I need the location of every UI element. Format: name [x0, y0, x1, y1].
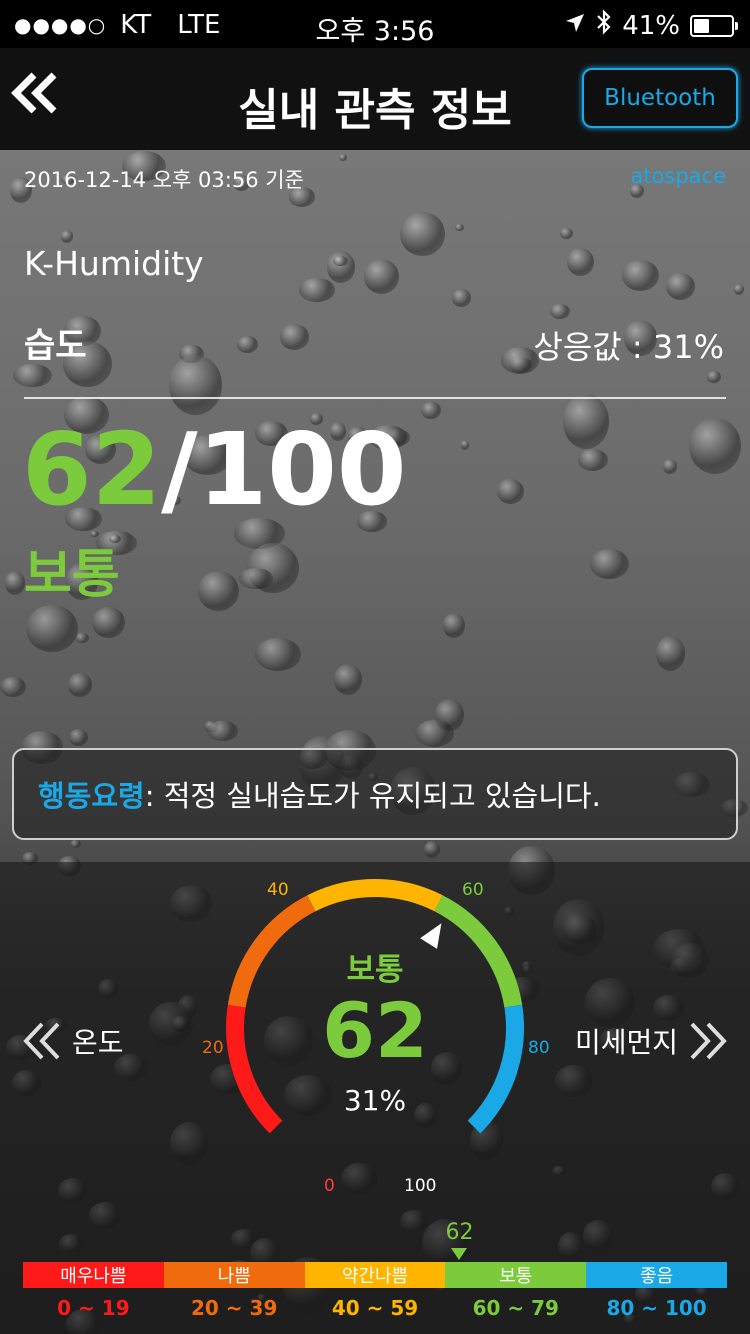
advice-label: 행동요령 — [38, 779, 145, 813]
raindrop — [333, 255, 348, 266]
raindrop — [414, 720, 454, 748]
raindrop — [279, 323, 310, 350]
advice-box: 행동요령 : 적정 실내습도가 유지되고 있습니다. — [12, 748, 738, 840]
score-value: 62 — [22, 411, 162, 528]
gauge-state: 보통 — [346, 952, 404, 988]
raindrop — [578, 448, 608, 471]
raindrop — [443, 612, 466, 638]
raindrop — [421, 402, 441, 420]
gauge-tick-100: 100 — [404, 1176, 437, 1196]
prev-label: 온도 — [72, 1026, 124, 1059]
legend-segment: 좋음 — [586, 1262, 727, 1288]
raindrop — [460, 440, 469, 450]
raindrop — [239, 568, 273, 589]
status-text: 보통 — [24, 545, 120, 605]
legend-marker-value: 62 — [445, 1220, 474, 1245]
raindrop — [423, 840, 440, 858]
raindrop — [560, 228, 573, 240]
raindrop — [26, 605, 79, 653]
gauge-value: 62 — [322, 986, 428, 1075]
raindrop — [399, 211, 446, 256]
legend-segment: 매우나쁨 — [23, 1262, 164, 1288]
gauge-segment — [467, 1004, 524, 1134]
divider — [24, 397, 726, 399]
brand-link[interactable]: atospace — [630, 164, 726, 188]
raindrop — [254, 638, 301, 671]
raindrop — [5, 570, 26, 595]
raindrop — [61, 230, 73, 244]
raindrop — [663, 459, 677, 475]
double-chevron-right-icon — [690, 1022, 727, 1060]
bluetooth-button[interactable]: Bluetooth — [582, 68, 738, 128]
legend-segment: 나쁨 — [163, 1262, 305, 1288]
raindrop — [733, 284, 744, 295]
legend-range: 60 ~ 79 — [472, 1296, 559, 1320]
gauge-tick-80: 80 — [528, 1038, 550, 1058]
raindrop — [339, 154, 348, 162]
gauge-segment — [307, 879, 443, 912]
gauge-percent: 31% — [343, 1084, 407, 1117]
raindrop — [363, 258, 399, 294]
gauge-segment — [226, 1004, 283, 1134]
legend-range: 0 ~ 19 — [57, 1296, 130, 1320]
gauge-tick-40: 40 — [267, 880, 289, 900]
raindrop — [169, 355, 222, 415]
legend-range: 40 ~ 59 — [331, 1296, 419, 1320]
raindrop — [13, 363, 52, 387]
raindrop — [455, 223, 465, 231]
location-arrow-icon — [564, 11, 586, 41]
raindrop — [666, 272, 696, 300]
raindrop — [566, 247, 595, 277]
raindrop — [622, 259, 660, 292]
raindrop — [655, 636, 685, 671]
gauge-tick-60: 60 — [462, 880, 484, 900]
raindrop — [198, 570, 240, 611]
raindrop — [91, 606, 126, 639]
corresponding-value: 상응값 : 31% — [533, 328, 724, 366]
double-chevron-left-icon — [23, 1022, 60, 1060]
raindrop — [333, 663, 362, 696]
raindrop — [589, 549, 629, 580]
raindrop — [549, 304, 570, 320]
raindrop — [298, 277, 336, 302]
raindrop — [688, 417, 742, 475]
raindrop — [497, 478, 525, 504]
raindrop — [67, 673, 92, 697]
legend-segment: 약간나쁨 — [304, 1262, 446, 1288]
bluetooth-icon — [596, 9, 612, 42]
battery-icon — [690, 14, 738, 37]
next-fine-dust-button[interactable]: 미세먼지 — [575, 1020, 728, 1062]
advice-text: : 적정 실내습도가 유지되고 있습니다. — [144, 779, 601, 813]
measure-label: 습도 — [24, 326, 87, 366]
legend-segment: 보통 — [445, 1262, 587, 1288]
humidity-gauge: 보통 62 31% 0 20 40 60 80 100 온도 미세먼지 — [0, 860, 750, 1200]
raindrop — [237, 336, 259, 354]
legend-bar: 매우나쁨 나쁨 약간나쁨 보통 좋음 — [23, 1262, 727, 1288]
status-bar: ●●●●○ KT LTE 오후 3:56 41% — [0, 0, 750, 48]
legend-range: 80 ~ 100 — [606, 1296, 707, 1320]
legend-ranges: 0 ~ 19 20 ~ 39 40 ~ 59 60 ~ 79 80 ~ 100 — [23, 1296, 727, 1320]
timestamp: 2016-12-14 오후 03:56 기준 — [24, 168, 304, 192]
raindrop — [562, 394, 609, 450]
prev-temperature-button[interactable]: 온도 — [22, 1020, 124, 1062]
gauge-tick-20: 20 — [202, 1038, 224, 1058]
raindrop — [0, 677, 27, 698]
score-max: /100 — [161, 411, 407, 528]
legend-marker-triangle-icon — [451, 1248, 468, 1260]
raindrop — [707, 371, 721, 384]
legend-range: 20 ~ 39 — [191, 1296, 278, 1320]
raindrop — [68, 728, 89, 747]
next-label: 미세먼지 — [574, 1026, 678, 1059]
app-header: 실내 관측 정보 Bluetooth — [0, 48, 750, 150]
raindrop — [70, 839, 82, 848]
raindrop — [452, 289, 471, 307]
raindrop — [75, 632, 89, 644]
index-name: K-Humidity — [24, 244, 204, 283]
score-display: 62/100 — [22, 412, 406, 528]
battery-percent: 41% — [622, 10, 680, 41]
raindrop — [206, 721, 238, 741]
gauge-tick-0: 0 — [324, 1176, 335, 1196]
